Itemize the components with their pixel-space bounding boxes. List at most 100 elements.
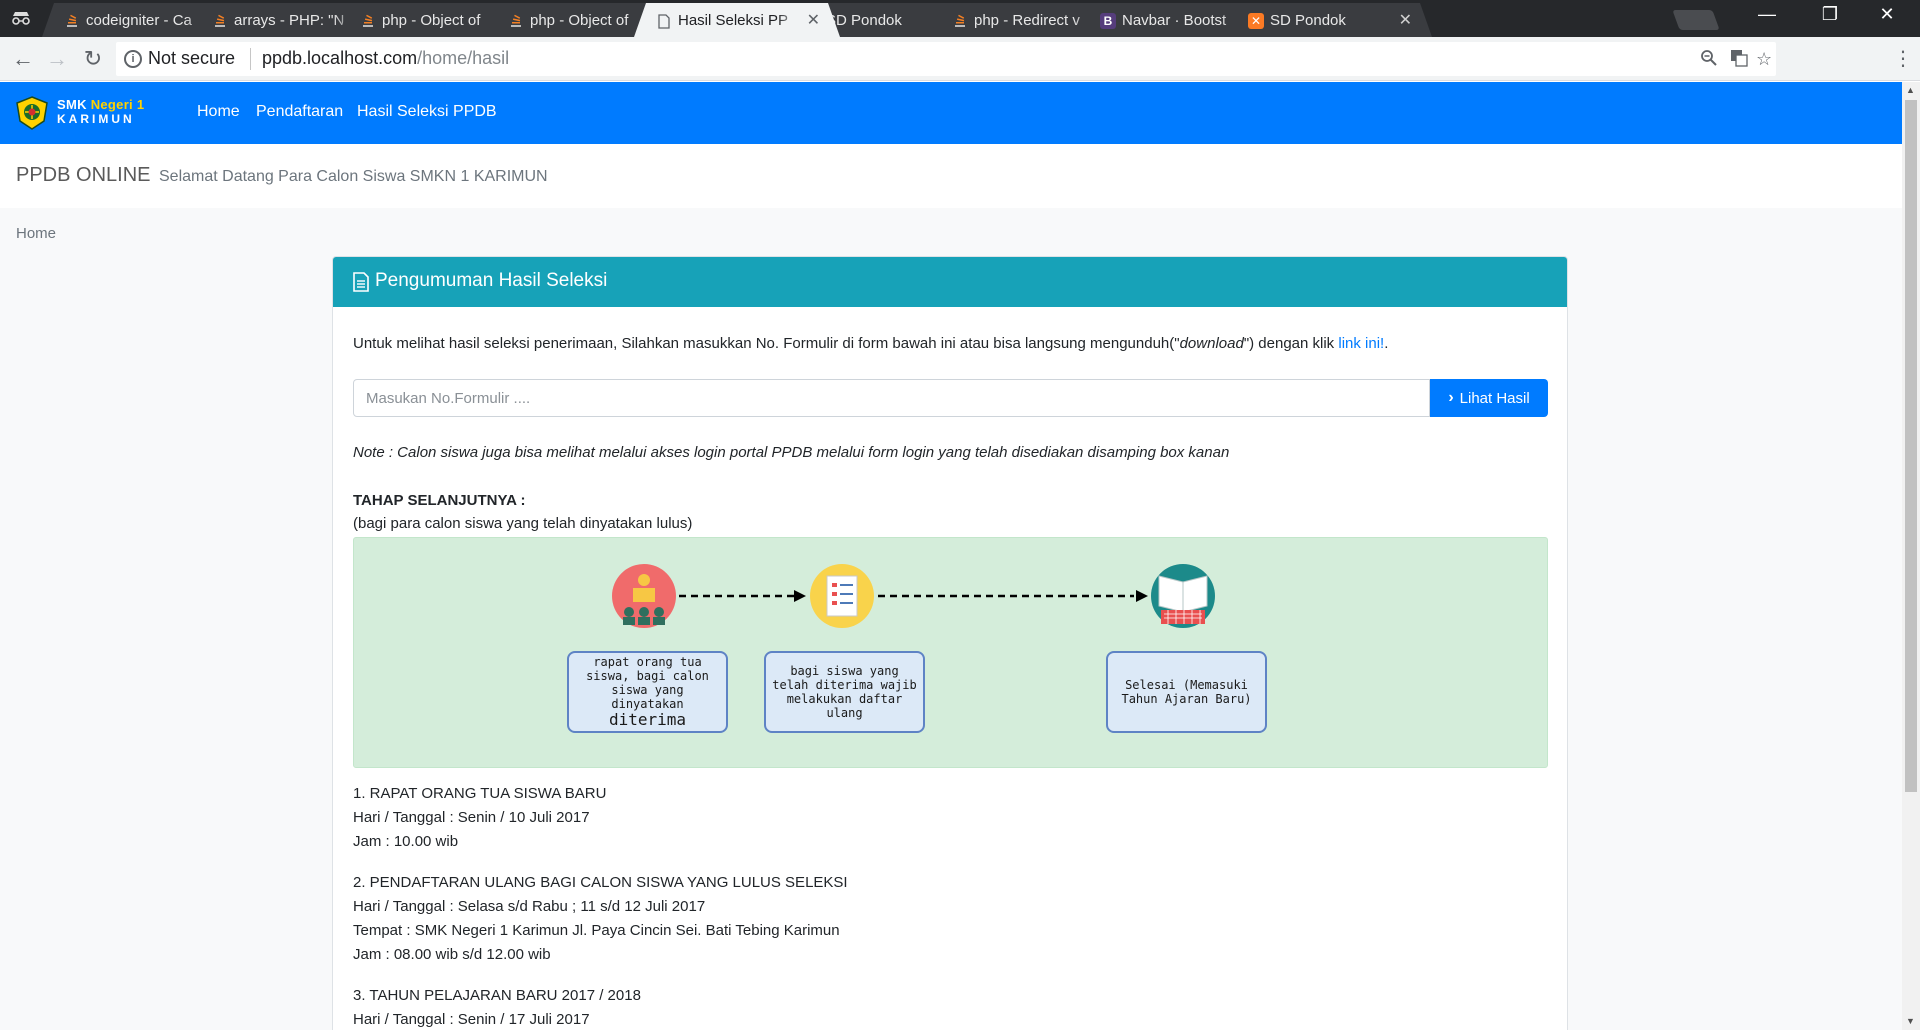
tab-title: Navbar · Bootst [1122, 12, 1227, 29]
browser-toolbar: ← → ↻ i Not secure ppdb.localhost.com/ho… [0, 37, 1920, 81]
page-viewport: SMK Negeri 1 KARIMUN Home Pendaftaran Ha… [0, 82, 1902, 1030]
info-block-3: 3. TAHUN PELAJARAN BARU 2017 / 2018 Hari… [353, 984, 641, 1030]
info-line: 2. PENDAFTARAN ULANG BAGI CALON SISWA YA… [353, 874, 848, 891]
tab-title: Hasil Seleksi PP [678, 12, 789, 29]
scroll-down-icon[interactable]: ▼ [1906, 1016, 1915, 1026]
tab-close-icon[interactable]: ✕ [1399, 10, 1412, 30]
info-line: Jam : 08.00 wib s/d 12.00 wib [353, 946, 551, 963]
school-logo[interactable] [14, 95, 50, 131]
intro-text: Untuk melihat hasil seleksi penerimaan, … [353, 335, 1388, 352]
step-2-text: bagi siswa yang telah diterima wajib mel… [772, 664, 917, 720]
address-bar[interactable]: i Not secure ppdb.localhost.com/home/has… [116, 42, 1776, 76]
nav-link-hasil-seleksi[interactable]: Hasil Seleksi PPDB [357, 103, 497, 121]
minimize-icon[interactable]: — [1752, 4, 1782, 25]
bookmark-star-icon[interactable]: ☆ [1756, 49, 1772, 70]
info-line: Hari / Tanggal : Selasa s/d Rabu ; 11 s/… [353, 898, 706, 915]
url-host: ppdb.localhost.com [262, 48, 418, 68]
divider [250, 48, 251, 70]
tab-title: php - Object of [530, 12, 629, 29]
step-box-1: rapat orang tua siswa, bagi calon siswa … [567, 651, 728, 733]
logo-line1-b: Negeri 1 [90, 97, 145, 112]
close-window-icon[interactable]: ✕ [1872, 4, 1902, 25]
intro-end: . [1384, 335, 1389, 352]
chevron-right-icon: › [1448, 389, 1454, 406]
meeting-icon [612, 564, 676, 628]
steps-diagram-graphic [612, 564, 1215, 628]
document-icon [353, 272, 369, 292]
intro-after: ") dengan klik [1243, 335, 1339, 352]
info-block-2: 2. PENDAFTARAN ULANG BAGI CALON SISWA YA… [353, 871, 848, 967]
stackoverflow-icon [212, 13, 228, 29]
menu-icon[interactable]: ⋮ [1890, 46, 1916, 72]
forward-icon[interactable]: → [44, 46, 70, 72]
page-scrollbar[interactable]: ▲ ▼ [1902, 82, 1920, 1030]
browser-tabstrip: codeigniter - Ca ✕ arrays - PHP: "N ✕ ph… [0, 0, 1920, 37]
tab-title: SD Pondok [1270, 12, 1346, 29]
tahap-subtitle: (bagi para calon siswa yang telah dinyat… [353, 515, 693, 532]
tab-title: codeigniter - Ca [86, 12, 192, 29]
stackoverflow-icon [952, 13, 968, 29]
open-book-icon [1151, 564, 1215, 628]
intro-before: Untuk melihat hasil seleksi penerimaan, … [353, 335, 1180, 352]
bootstrap-icon: B [1100, 13, 1116, 29]
info-line: Hari / Tanggal : Senin / 10 Juli 2017 [353, 809, 590, 826]
download-link[interactable]: link ini! [1338, 335, 1384, 352]
restore-icon[interactable]: ❐ [1815, 4, 1845, 25]
step-1-emph: diterima [608, 710, 687, 729]
card-header: Pengumuman Hasil Seleksi [333, 257, 1567, 307]
step-box-3: Selesai (Memasuki Tahun Ajaran Baru) [1106, 651, 1267, 733]
step-box-2: bagi siswa yang telah diterima wajib mel… [764, 651, 925, 733]
logo-line1-a: SMK [57, 97, 91, 112]
banner-title: PPDB ONLINE [16, 164, 151, 186]
back-icon[interactable]: ← [10, 46, 36, 72]
steps-diagram: rapat orang tua siswa, bagi calon siswa … [353, 537, 1548, 768]
url-text[interactable]: ppdb.localhost.com/home/hasil [262, 48, 509, 69]
card-title: Pengumuman Hasil Seleksi [375, 270, 608, 291]
lihat-hasil-label: Lihat Hasil [1459, 389, 1530, 407]
no-formulir-input[interactable] [353, 379, 1430, 417]
xampp-icon: ✕ [1248, 13, 1264, 29]
browser-tab-active[interactable]: Hasil Seleksi PP ✕ [634, 3, 840, 37]
stackoverflow-icon [360, 13, 376, 29]
stackoverflow-icon [64, 13, 80, 29]
info-line: Jam : 10.00 wib [353, 833, 459, 850]
zoom-icon[interactable] [1700, 49, 1718, 72]
tab-title: php - Redirect v [974, 12, 1080, 29]
step-1-text: rapat orang tua siswa, bagi calon siswa … [586, 655, 709, 711]
info-line: Tempat : SMK Negeri 1 Karimun Jl. Paya C… [353, 922, 840, 939]
tab-close-icon[interactable]: ✕ [807, 10, 820, 30]
lihat-hasil-button[interactable]: › Lihat Hasil [1430, 379, 1548, 417]
arrow-icon [878, 590, 1148, 602]
info-block-1: 1. RAPAT ORANG TUA SISWA BARU Hari / Tan… [353, 782, 606, 854]
nav-link-home[interactable]: Home [197, 103, 240, 121]
note-text: Note : Calon siswa juga bisa melihat mel… [353, 444, 1230, 461]
logo-line2: KARIMUN [57, 112, 135, 126]
info-line: Hari / Tanggal : Senin / 17 Juli 2017 [353, 1011, 590, 1028]
tab-title: SD Pondok [826, 12, 902, 29]
checklist-icon [810, 564, 874, 628]
school-logo-text[interactable]: SMK Negeri 1 KARIMUN [57, 97, 145, 127]
arrow-icon [679, 590, 806, 602]
incognito-icon [12, 12, 30, 25]
stackoverflow-icon [508, 13, 524, 29]
browser-tab[interactable]: ✕ SD Pondok ✕ [1226, 3, 1432, 37]
page-banner: PPDB ONLINE Selamat Datang Para Calon Si… [0, 144, 1902, 208]
info-line: 3. TAHUN PELAJARAN BARU 2017 / 2018 [353, 987, 641, 1004]
nav-link-pendaftaran[interactable]: Pendaftaran [256, 103, 343, 121]
intro-italic: download [1179, 335, 1244, 352]
announcement-card: Pengumuman Hasil Seleksi Untuk melihat h… [332, 256, 1568, 1030]
site-navbar: SMK Negeri 1 KARIMUN Home Pendaftaran Ha… [0, 82, 1902, 144]
scroll-up-icon[interactable]: ▲ [1906, 85, 1915, 95]
security-label[interactable]: Not secure [148, 48, 235, 69]
document-icon [656, 13, 672, 29]
new-tab-button[interactable] [1672, 10, 1720, 30]
url-path: /home/hasil [417, 48, 510, 68]
translate-icon[interactable] [1730, 49, 1748, 72]
breadcrumb[interactable]: Home [16, 225, 56, 242]
info-line: 1. RAPAT ORANG TUA SISWA BARU [353, 785, 607, 802]
step-3-text: Selesai (Memasuki Tahun Ajaran Baru) [1121, 678, 1252, 706]
info-icon[interactable]: i [124, 50, 142, 68]
reload-icon[interactable]: ↻ [80, 46, 106, 72]
tab-title: arrays - PHP: "N [234, 12, 345, 29]
scrollbar-thumb[interactable] [1905, 100, 1917, 792]
